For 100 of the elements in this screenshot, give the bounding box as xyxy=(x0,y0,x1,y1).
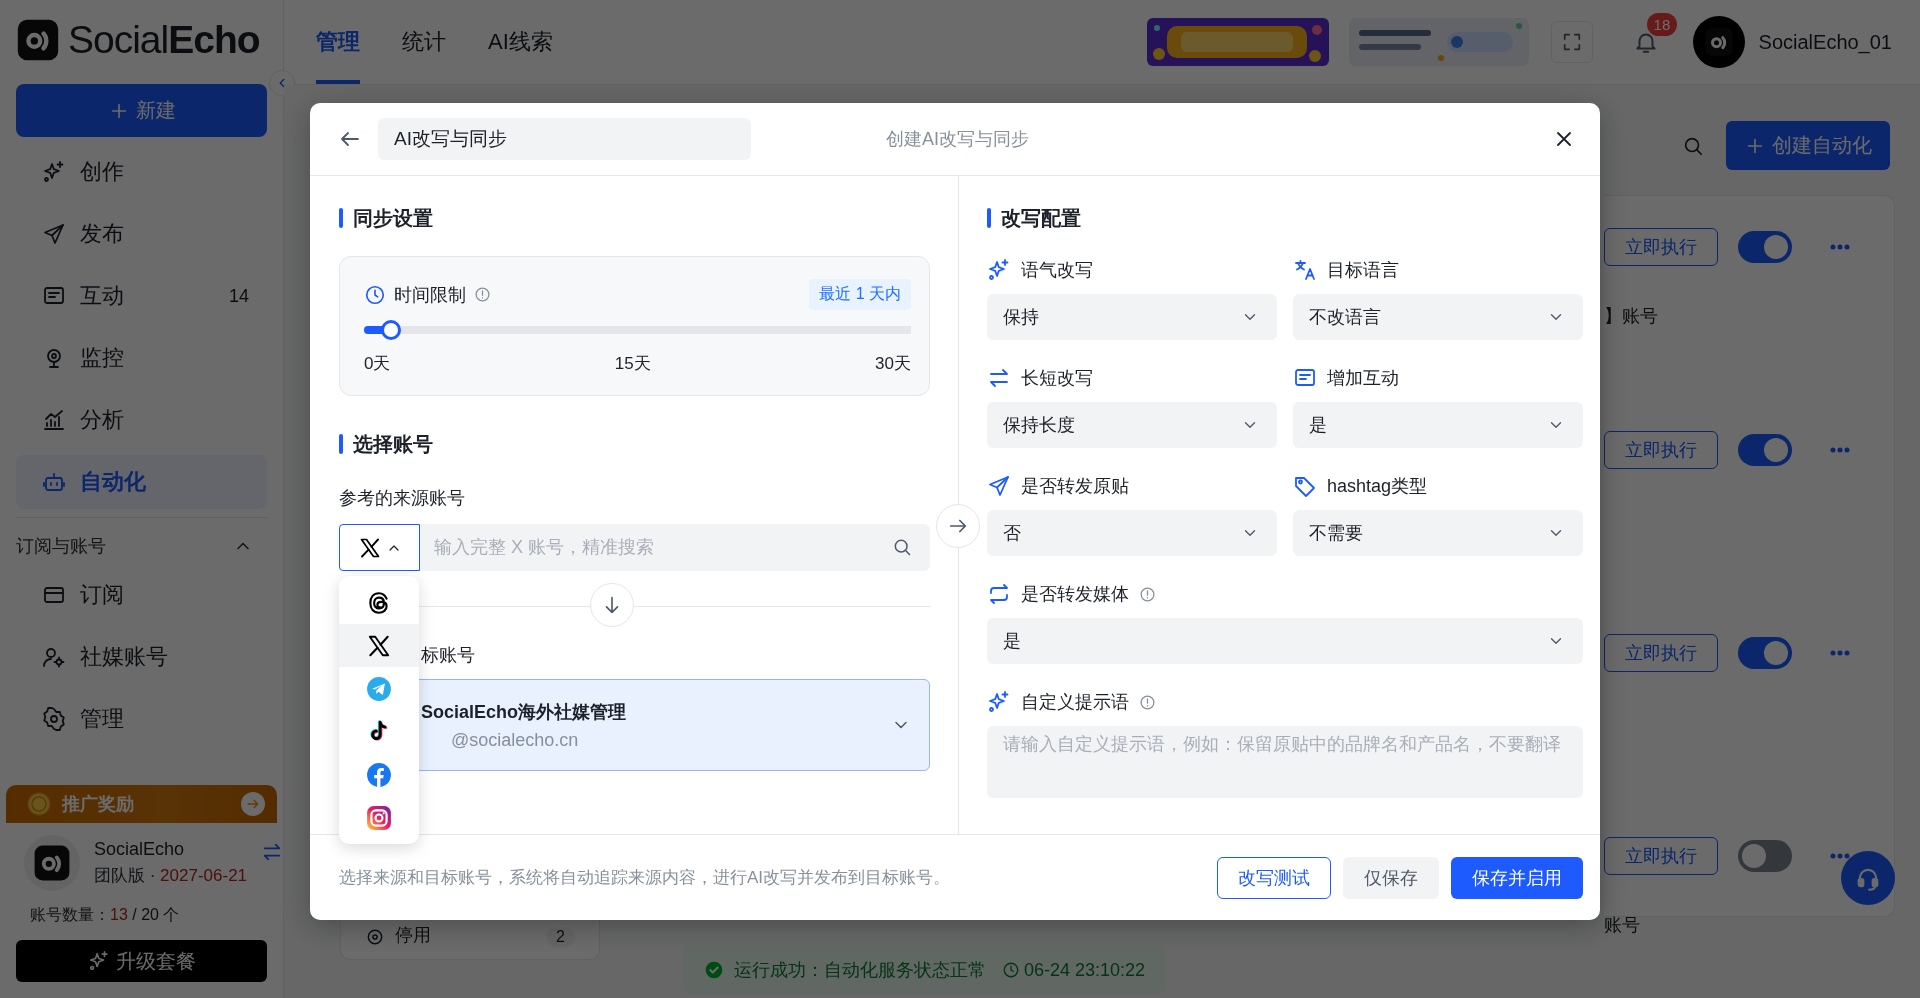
row-text: 】账号 xyxy=(1604,305,1659,328)
create-automation-button[interactable]: 创建自动化 xyxy=(1726,121,1890,170)
instagram-logo-icon xyxy=(366,804,392,831)
count-label: 14 xyxy=(228,285,249,307)
plan-text: 团队版 · 2027-06-21 xyxy=(94,865,248,887)
run-now-button[interactable]: 立即执行 xyxy=(1604,837,1718,875)
clock-icon xyxy=(364,283,386,306)
search-field[interactable]: 输入完整 X 账号，精准搜索 xyxy=(420,524,930,571)
sparkle-icon xyxy=(987,690,1011,714)
run-now-button[interactable]: 立即执行 xyxy=(1604,634,1718,672)
move-down-button[interactable] xyxy=(590,583,634,627)
slider-thumb[interactable] xyxy=(381,320,402,340)
facebook-logo-icon xyxy=(366,761,392,788)
test-button[interactable]: 改写测试 xyxy=(1217,856,1331,899)
circle-icon xyxy=(365,927,385,947)
status-message: 运行成功：自动化服务状态正常 xyxy=(734,959,986,982)
toggle-switch[interactable] xyxy=(1738,840,1792,872)
robot-icon xyxy=(42,470,66,494)
tab[interactable]: 统计 xyxy=(402,0,446,84)
user-name: SocialEcho_01 xyxy=(1758,30,1892,54)
info-icon xyxy=(1139,693,1156,711)
repeat-icon xyxy=(987,582,1011,606)
next-button[interactable] xyxy=(936,504,980,548)
sparkle-icon xyxy=(42,160,66,184)
upgrade-button[interactable]: 升级套餐 xyxy=(16,940,267,982)
sparkle-icon xyxy=(87,950,110,972)
info-icon xyxy=(474,286,491,303)
status-label: 停用 xyxy=(395,924,431,947)
field-label: 是否转发媒体 xyxy=(1021,583,1129,606)
select-field[interactable]: 否 xyxy=(987,510,1277,556)
fullscreen-button[interactable] xyxy=(1550,21,1593,63)
platform-select[interactable] xyxy=(339,524,420,571)
field-label: 标账号 xyxy=(421,644,475,667)
tick-label: 0天 xyxy=(364,353,391,375)
save-enable-button[interactable]: 保存并启用 xyxy=(1451,856,1583,899)
account-name: SocialEcho xyxy=(94,839,186,860)
section-heading: 改写配置 xyxy=(1001,205,1081,231)
select-field[interactable]: 是 xyxy=(1293,402,1583,448)
field-label: 自定义提示语 xyxy=(1021,691,1129,714)
toggle-switch[interactable] xyxy=(1738,637,1792,669)
nav-item[interactable]: 社媒账号 xyxy=(16,630,267,684)
promo-banner[interactable]: 推广奖励 xyxy=(6,785,277,823)
value-badge: 最近 1 天内 xyxy=(809,279,911,310)
coin-icon xyxy=(26,791,52,817)
select-field[interactable]: 不改语言 xyxy=(1293,294,1583,340)
nav-item[interactable]: 互动 14 xyxy=(16,269,267,323)
account-handle: @socialecho.cn xyxy=(451,729,580,751)
tab[interactable]: AI线索 xyxy=(488,0,553,84)
settings-icon xyxy=(42,707,66,731)
info-icon xyxy=(1139,585,1156,603)
chart-icon xyxy=(42,408,66,432)
select-field[interactable]: 不需要 xyxy=(1293,510,1583,556)
nav-item[interactable]: 自动化 xyxy=(16,455,267,509)
tick-label: 30天 xyxy=(875,353,911,375)
accent-bar xyxy=(339,434,343,454)
toggle-switch[interactable] xyxy=(1738,434,1792,466)
send-icon xyxy=(987,474,1011,498)
nav-item[interactable]: 订阅 xyxy=(16,568,267,622)
nav-item[interactable]: 管理 xyxy=(16,692,267,746)
new-button[interactable]: 新建 xyxy=(16,84,267,137)
quota-text: 账号数量：13 / 20 个 xyxy=(29,905,181,925)
field-label: hashtag类型 xyxy=(1327,475,1428,498)
title-field[interactable]: AI改写与同步 xyxy=(378,118,751,160)
toggle-switch[interactable] xyxy=(1738,231,1792,263)
field-label: 时间限制 xyxy=(394,283,466,307)
run-now-button[interactable]: 立即执行 xyxy=(1604,228,1718,266)
save-button[interactable]: 仅保存 xyxy=(1343,856,1439,899)
field-label: 增加互动 xyxy=(1327,367,1399,390)
count-label: 2 xyxy=(546,927,575,947)
accent-bar xyxy=(987,208,991,228)
check-circle-icon xyxy=(704,960,724,980)
nav-item[interactable]: 监控 xyxy=(16,331,267,385)
chevron-right-icon xyxy=(246,797,260,811)
select-field[interactable]: 保持 xyxy=(987,294,1277,340)
select-field[interactable]: 保持长度 xyxy=(987,402,1277,448)
field-label: 长短改写 xyxy=(1021,367,1093,390)
select-field[interactable]: 是 xyxy=(987,618,1583,664)
nav-item[interactable]: 分析 xyxy=(16,393,267,447)
prompt-field[interactable]: 请输入自定义提示语，例如：保留原贴中的品牌名和产品名，不要翻译 xyxy=(987,726,1583,798)
run-now-button[interactable]: 立即执行 xyxy=(1604,431,1718,469)
notification-badge: 18 xyxy=(1646,13,1678,36)
search-icon[interactable] xyxy=(892,537,912,557)
accent-bar xyxy=(339,208,343,228)
swap-icon xyxy=(987,366,1011,390)
field-label: 语气改写 xyxy=(1021,259,1093,282)
translate-icon xyxy=(1293,258,1317,282)
logo-icon xyxy=(33,844,71,882)
row-text: 账号 xyxy=(1604,914,1641,937)
nav-item[interactable]: 发布 xyxy=(16,207,267,261)
logo-icon xyxy=(1703,27,1734,57)
clock-icon xyxy=(1002,961,1020,979)
dialog-title: 创建AI改写与同步 xyxy=(886,128,1029,151)
sparkle-icon xyxy=(987,258,1011,282)
account-name: SocialEcho海外社媒管理 xyxy=(421,700,627,724)
menu-item[interactable] xyxy=(339,624,419,667)
logo-icon xyxy=(16,18,60,62)
telegram-logo-icon xyxy=(366,675,392,702)
nav-item[interactable]: 创作 xyxy=(16,145,267,199)
promo-label: 推广奖励 xyxy=(62,793,134,816)
section-heading: 同步设置 xyxy=(353,205,433,231)
